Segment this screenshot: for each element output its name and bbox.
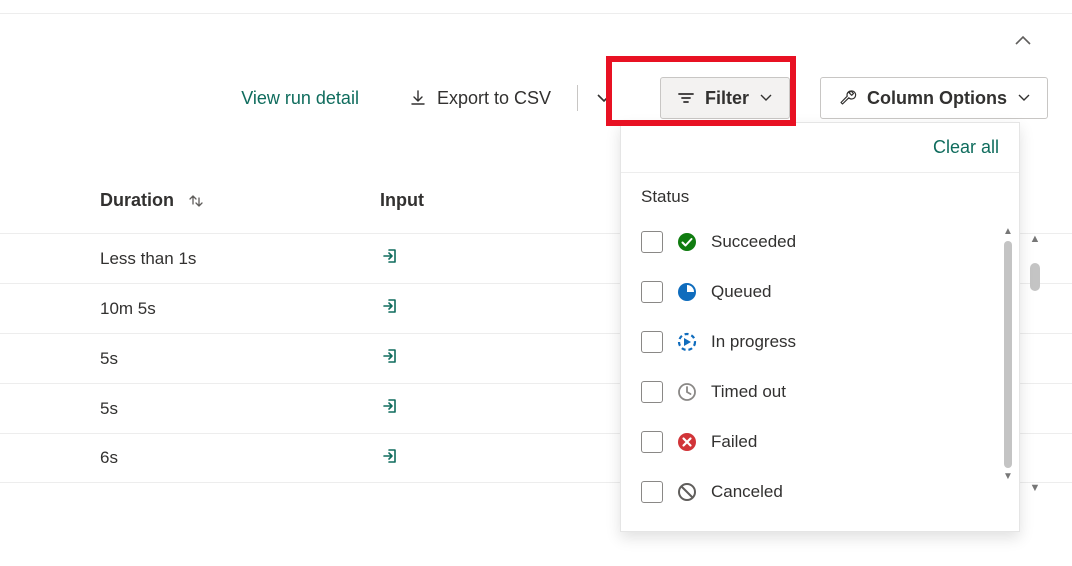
filter-option-canceled[interactable]: Canceled — [641, 467, 999, 517]
open-input-icon — [380, 346, 400, 366]
cell-duration: 10m 5s — [100, 299, 380, 319]
collapse-caret[interactable] — [1014, 34, 1032, 46]
option-label: Queued — [711, 282, 772, 302]
filter-option-queued[interactable]: Queued — [641, 267, 999, 317]
top-divider — [0, 0, 1072, 14]
filter-option-failed[interactable]: Failed — [641, 417, 999, 467]
scroll-thumb[interactable] — [1030, 263, 1040, 291]
filter-icon — [677, 91, 695, 105]
sort-icon — [188, 193, 204, 209]
filter-option-timed-out[interactable]: Timed out — [641, 367, 999, 417]
chevron-down-icon — [759, 93, 773, 103]
filter-options-list: Succeeded Queued In progress — [621, 217, 1019, 531]
divider — [577, 85, 578, 111]
open-input-icon — [380, 446, 400, 466]
option-label: Failed — [711, 432, 757, 452]
chevron-down-icon — [1017, 93, 1031, 103]
checkbox[interactable] — [641, 431, 663, 453]
option-label: Timed out — [711, 382, 786, 402]
canceled-icon — [677, 482, 697, 502]
filter-button[interactable]: Filter — [660, 77, 790, 119]
checkbox[interactable] — [641, 281, 663, 303]
column-options-button[interactable]: Column Options — [820, 77, 1048, 119]
column-header-duration[interactable]: Duration — [100, 190, 380, 211]
checkbox[interactable] — [641, 381, 663, 403]
queued-icon — [677, 282, 697, 302]
timed-out-icon — [677, 382, 697, 402]
open-input-icon — [380, 246, 400, 266]
cell-duration: Less than 1s — [100, 249, 380, 269]
checkbox[interactable] — [641, 481, 663, 503]
filter-section-title: Status — [621, 173, 1019, 217]
option-label: In progress — [711, 332, 796, 352]
export-csv-button[interactable]: Export to CSV — [393, 77, 567, 119]
download-icon — [409, 89, 427, 107]
checkbox[interactable] — [641, 231, 663, 253]
chevron-down-icon — [596, 92, 612, 104]
open-input-icon — [380, 296, 400, 316]
scroll-up-icon: ▲ — [1030, 234, 1041, 245]
cell-duration: 6s — [100, 448, 380, 468]
scroll-up-icon: ▲ — [1003, 227, 1013, 237]
filter-option-in-progress[interactable]: In progress — [641, 317, 999, 367]
scroll-thumb[interactable] — [1004, 241, 1012, 468]
cell-duration: 5s — [100, 399, 380, 419]
option-label: Succeeded — [711, 232, 796, 252]
wrench-icon — [837, 88, 857, 108]
checkbox[interactable] — [641, 331, 663, 353]
succeeded-icon — [677, 232, 697, 252]
export-csv-label: Export to CSV — [437, 88, 551, 109]
scroll-down-icon: ▼ — [1030, 483, 1041, 494]
option-label: Canceled — [711, 482, 783, 502]
in-progress-icon — [677, 332, 697, 352]
filter-panel: Clear all Status Succeeded Queued — [620, 122, 1020, 532]
failed-icon — [677, 432, 697, 452]
filter-label: Filter — [705, 88, 749, 109]
filter-option-succeeded[interactable]: Succeeded — [641, 217, 999, 267]
toolbar: View run detail Export to CSV Filter — [0, 78, 1072, 118]
clear-all-link[interactable]: Clear all — [933, 137, 999, 158]
open-input-icon — [380, 396, 400, 416]
column-options-label: Column Options — [867, 88, 1007, 109]
page-scrollbar[interactable]: ▲ ▼ — [1028, 234, 1042, 494]
view-run-detail-link[interactable]: View run detail — [241, 88, 359, 109]
scroll-down-icon: ▼ — [1003, 472, 1013, 482]
panel-scrollbar[interactable]: ▲ ▼ — [1003, 227, 1013, 482]
cell-duration: 5s — [100, 349, 380, 369]
more-dropdown[interactable] — [588, 77, 620, 119]
